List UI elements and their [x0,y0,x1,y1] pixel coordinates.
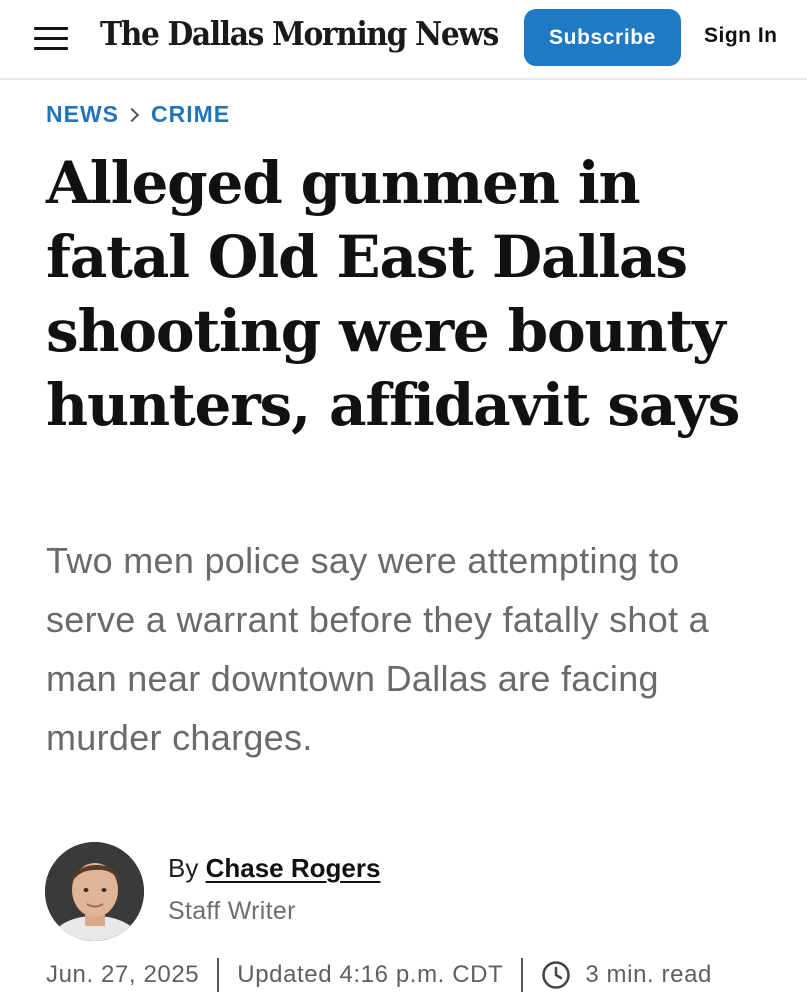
read-time: 3 min. read [585,961,712,988]
byline-prefix: By [168,853,199,883]
meta-divider [521,958,524,992]
breadcrumb-news-link[interactable]: NEWS [46,101,119,128]
clock-icon [542,961,571,989]
chevron-right-icon [124,107,140,122]
article-dek: Two men police say were attempting to se… [46,540,709,758]
hamburger-menu-icon[interactable] [34,24,68,52]
updated-time: Updated 4:16 p.m. CDT [237,961,504,988]
breadcrumb: NEWS CRIME [46,101,230,128]
masthead-logo[interactable]: The Dallas Morning News [100,14,499,53]
publish-date: Jun. 27, 2025 [46,961,200,988]
author-photo [45,842,144,941]
author-name-link[interactable]: Chase Rogers [206,853,381,883]
author-role: Staff Writer [168,897,296,925]
meta-divider [217,958,220,992]
breadcrumb-crime-link[interactable]: CRIME [151,101,230,128]
article-headline: Alleged gunmen in fatal Old East Dallas … [46,149,740,439]
top-navigation-bar: The Dallas Morning News Subscribe Sign I… [0,0,807,80]
sign-in-link[interactable]: Sign In [704,24,778,48]
author-avatar[interactable] [45,842,144,941]
byline: By Chase Rogers [168,853,380,884]
article-meta: Jun. 27, 2025 Updated 4:16 p.m. CDT 3 mi… [46,955,712,995]
subscribe-button[interactable]: Subscribe [524,9,681,66]
